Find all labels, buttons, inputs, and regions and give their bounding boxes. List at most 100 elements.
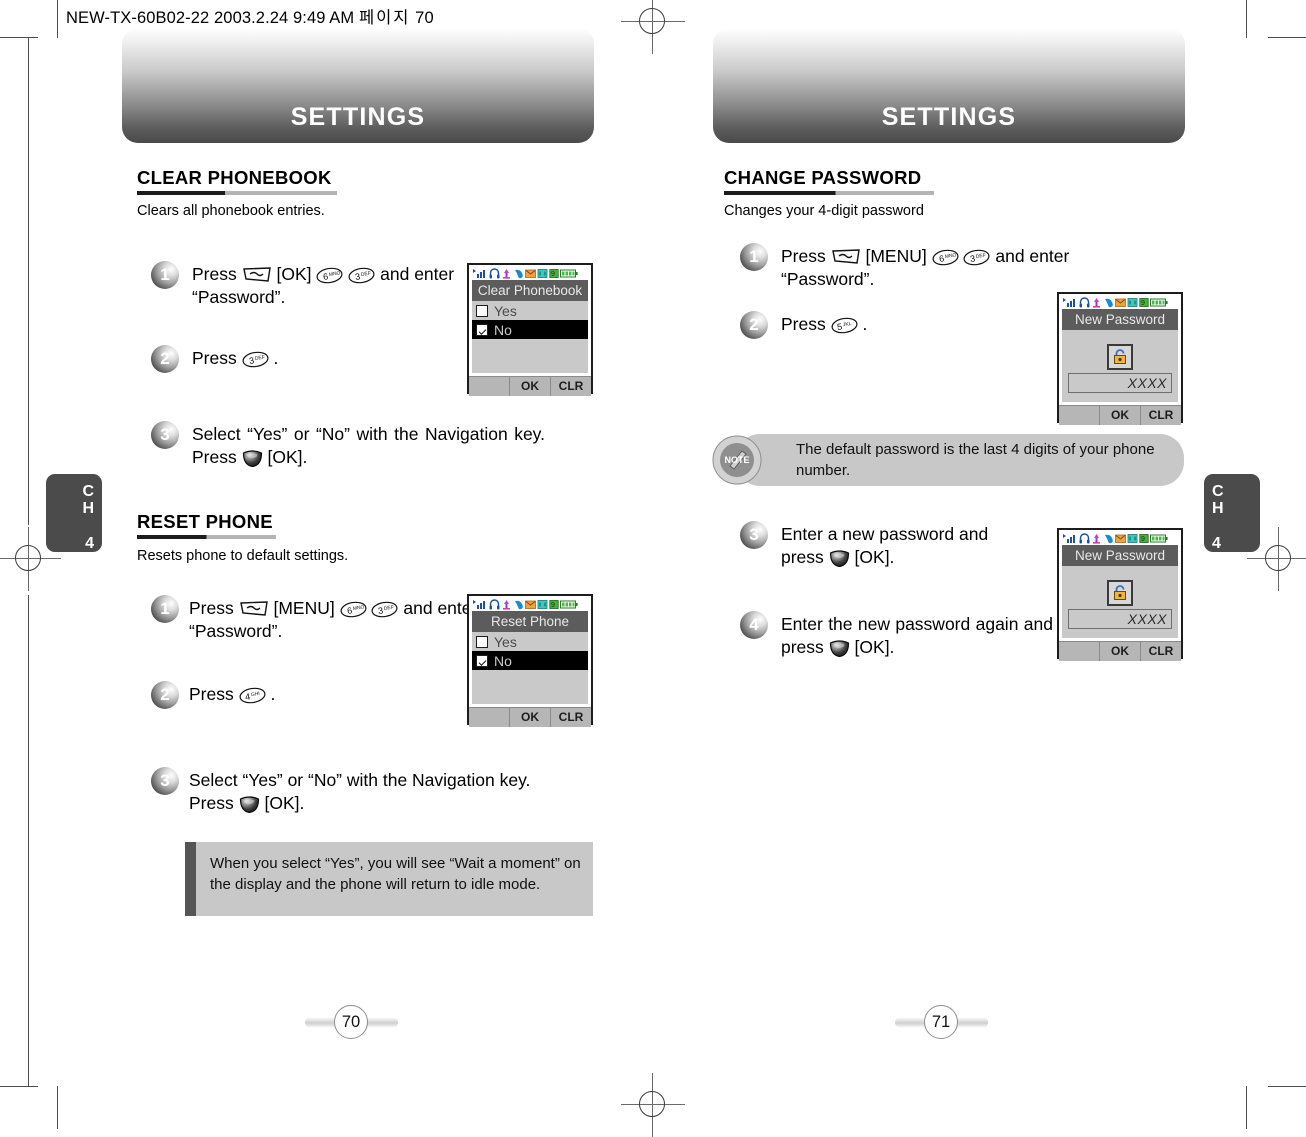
ringer-icon — [1093, 533, 1100, 544]
navigation-key-icon — [242, 450, 262, 467]
softkey-icon — [831, 249, 860, 264]
softkey-clr[interactable]: CLR — [550, 377, 591, 396]
section-heading-clear-phonebook: CLEAR PHONEBOOK — [137, 167, 332, 188]
page-number-wing-left — [305, 1017, 336, 1028]
alarm-icon: 9 — [1139, 297, 1149, 307]
ringer-icon — [1093, 297, 1100, 308]
step-text: Press [MENU] 6 MNO 3 DEF and enter “Pass… — [189, 597, 479, 643]
step-text: Press 4 GHI . — [189, 683, 439, 706]
registration-mark-bottom — [621, 1073, 685, 1137]
chapter-tab-right: C H 4 — [1204, 474, 1260, 552]
checkbox-unchecked-icon[interactable] — [476, 635, 488, 648]
step-text-part: and — [380, 264, 410, 284]
phone-softkey-bar: OK CLR — [1059, 405, 1181, 425]
option-label: Yes — [494, 302, 517, 319]
chapter-number: 4 — [1212, 535, 1221, 552]
step-text-part: [MENU] — [865, 246, 927, 266]
meta-page-number: 70 — [415, 9, 434, 27]
checkbox-checked-icon[interactable] — [476, 323, 488, 336]
phone-screen-title: Clear Phonebook — [472, 280, 588, 301]
step-text: Select “Yes” or “No” with the Navigation… — [192, 423, 545, 469]
step-text-part: . — [862, 314, 868, 334]
step-text: Press 5 JKL . — [781, 313, 1031, 336]
checkbox-checked-icon[interactable] — [476, 654, 488, 667]
call-icon — [515, 600, 523, 609]
signal-strength-icon — [473, 599, 485, 609]
call-icon — [1105, 534, 1113, 543]
call-icon — [515, 269, 523, 278]
page-header-banner-left: SETTINGS — [122, 28, 594, 143]
phone-screen-new-password-2: 9 New Password XXXX OK CLR — [1057, 528, 1183, 661]
page-number-wing-left — [895, 1017, 926, 1028]
section-rule — [137, 535, 276, 539]
svg-text:9: 9 — [551, 602, 555, 609]
softkey-ok[interactable]: OK — [1099, 642, 1140, 661]
crop-line-bottom-right-h — [1268, 1086, 1306, 1087]
key-4-ghi-icon: 4 GHI — [239, 687, 266, 704]
step-number: 4 — [740, 611, 768, 639]
phone-screen-body: XXXX — [1062, 330, 1178, 402]
crop-line-left-upper — [28, 38, 29, 525]
step-text-part: and — [403, 598, 433, 618]
headset-icon — [489, 267, 500, 278]
softkey-left[interactable] — [469, 377, 509, 396]
softkey-clr[interactable]: CLR — [1140, 406, 1181, 425]
headset-icon — [489, 598, 500, 609]
softkey-left[interactable] — [469, 708, 509, 727]
banner-title: SETTINGS — [881, 103, 1017, 131]
step-number: 3 — [151, 421, 179, 449]
option-label: No — [494, 321, 512, 338]
ringer-icon — [503, 268, 510, 279]
softkey-left[interactable] — [1059, 406, 1099, 425]
softkey-icon — [239, 601, 268, 616]
crop-line-bottom-left — [57, 1086, 58, 1129]
crop-line-bottom-left-h — [0, 1086, 38, 1087]
option-row-no[interactable]: No — [472, 320, 588, 339]
signal-strength-icon — [1063, 533, 1075, 543]
svg-text:NOTE: NOTE — [724, 455, 749, 465]
step-text: Enter a new password and press [OK]. — [781, 523, 1031, 569]
signal-strength-icon — [1063, 297, 1075, 307]
step-text-part: Enter a new password and — [781, 524, 989, 544]
info-callout-box: When you select “Yes”, you will see “Wai… — [185, 842, 593, 916]
step-text-part: and enter — [995, 246, 1070, 266]
option-label: No — [494, 652, 512, 669]
info-accent-bar — [185, 842, 196, 916]
option-row-no[interactable]: No — [472, 651, 588, 670]
section-description-reset-phone: Resets phone to default settings. — [137, 548, 349, 564]
alarm-icon: 9 — [1139, 533, 1149, 543]
key-6-mno-icon: 6 MNO — [932, 249, 959, 266]
step-text-part: Press — [192, 264, 237, 284]
step-text-part: press — [781, 547, 824, 567]
phone-softkey-bar: OK CLR — [469, 376, 591, 396]
password-input-field[interactable]: XXXX — [1068, 373, 1172, 393]
page-number-wing-right — [367, 1017, 398, 1028]
phone-screen-title: New Password — [1062, 309, 1178, 330]
softkey-left[interactable] — [1059, 642, 1099, 661]
softkey-ok[interactable]: OK — [509, 377, 550, 396]
note-callout: NOTE The default password is the last 4 … — [712, 434, 1184, 486]
page-number-right: 71 — [893, 1000, 1003, 1044]
message-icon — [525, 269, 536, 278]
softkey-ok[interactable]: OK — [1099, 406, 1140, 425]
password-input-field[interactable]: XXXX — [1068, 609, 1172, 629]
step-text-part: Press — [189, 793, 234, 813]
svg-text:9: 9 — [551, 271, 555, 278]
headset-icon — [1079, 532, 1090, 543]
step-text-part: [OK]. — [854, 547, 895, 567]
page-header-banner-right: SETTINGS — [713, 28, 1185, 143]
step-text-part: [OK]. — [854, 637, 895, 657]
softkey-clr[interactable]: CLR — [1140, 642, 1181, 661]
call-icon — [1105, 298, 1113, 307]
softkey-clr[interactable]: CLR — [550, 708, 591, 727]
option-row-yes[interactable]: Yes — [472, 301, 588, 320]
option-row-yes[interactable]: Yes — [472, 632, 588, 651]
chapter-letter-h: H — [1212, 500, 1224, 517]
step-number: 2 — [151, 345, 179, 373]
page-number-left: 70 — [303, 1000, 413, 1044]
checkbox-unchecked-icon[interactable] — [476, 304, 488, 317]
softkey-ok[interactable]: OK — [509, 708, 550, 727]
battery-icon — [560, 269, 578, 277]
step-text-part: Select “Yes” or “No” with the Navigation… — [189, 770, 531, 790]
page-number-value: 70 — [334, 1005, 368, 1039]
